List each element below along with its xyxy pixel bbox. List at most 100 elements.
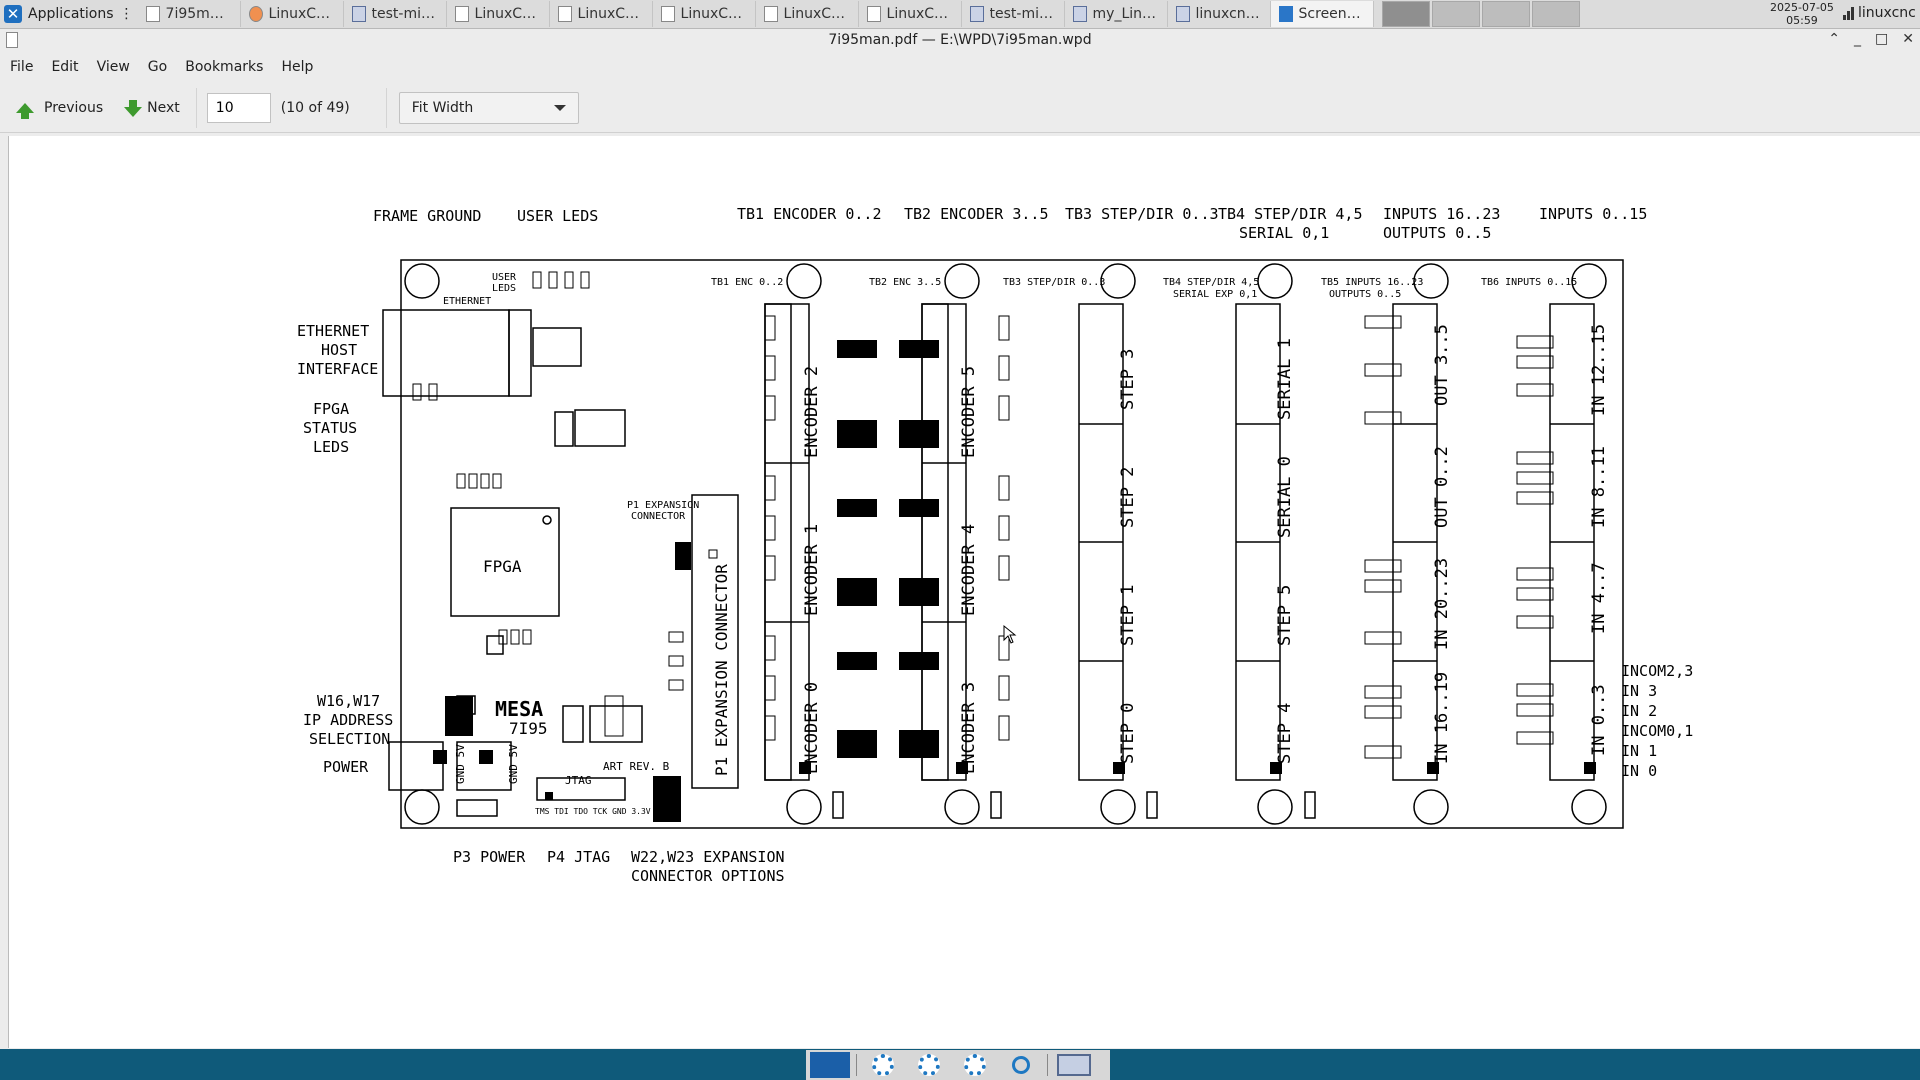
window-titlebar: 7i95man.pdf — E:\WPD\7i95man.wpd ⌃ _ □ ✕ bbox=[0, 29, 1920, 51]
board-tb2-enc: TB2 ENC 3..5 bbox=[869, 277, 941, 288]
screenshot-icon bbox=[1278, 6, 1293, 22]
next-label: Next bbox=[147, 100, 180, 116]
task-button[interactable]: my_LinuxC... bbox=[1065, 1, 1168, 27]
mount-hole bbox=[786, 263, 822, 299]
search-icon bbox=[1012, 1056, 1030, 1074]
board-mesa-logo: MESA bbox=[495, 697, 543, 721]
board-tb5-line2: OUTPUTS 0..5 bbox=[1329, 289, 1401, 300]
label-user-leds: USER LEDS bbox=[517, 207, 598, 225]
menu-bookmarks[interactable]: Bookmarks bbox=[175, 59, 271, 75]
page-number-input[interactable] bbox=[206, 93, 271, 123]
settings-launcher-1[interactable] bbox=[863, 1052, 903, 1078]
user-menu[interactable]: linuxcnc bbox=[1843, 5, 1916, 21]
settings-launcher-2[interactable] bbox=[909, 1052, 949, 1078]
document-icon bbox=[145, 6, 160, 22]
gear-icon bbox=[964, 1054, 986, 1076]
label-p3-power: P3 POWER bbox=[453, 848, 526, 866]
editor-icon bbox=[866, 6, 881, 22]
block-encoder-3: ENCODER 3 bbox=[959, 682, 979, 774]
workspace-2[interactable] bbox=[1431, 1, 1480, 27]
label-status: STATUS bbox=[303, 419, 357, 437]
board-ethernet: ETHERNET bbox=[443, 296, 491, 307]
label-inputs16-line2: OUTPUTS 0..5 bbox=[1383, 224, 1491, 242]
block-step-2: STEP 2 bbox=[1118, 467, 1138, 528]
label-in0: IN 0 bbox=[1621, 762, 1657, 780]
block-in-0-3: IN 0..3 bbox=[1589, 684, 1609, 756]
workspace-1[interactable] bbox=[1381, 1, 1430, 27]
next-button[interactable]: Next bbox=[113, 88, 190, 128]
zoom-select[interactable]: Fit Width bbox=[398, 92, 579, 124]
mount-hole bbox=[1257, 789, 1293, 825]
block-encoder-0: ENCODER 0 bbox=[802, 682, 822, 774]
label-in1: IN 1 bbox=[1621, 742, 1657, 760]
label-incom23: INCOM2,3 bbox=[1621, 662, 1693, 680]
task-button[interactable]: test-mill - T... bbox=[962, 1, 1065, 27]
previous-button[interactable]: Previous bbox=[0, 88, 113, 128]
task-button[interactable]: LinuxCNC E... bbox=[653, 1, 756, 27]
menu-view[interactable]: View bbox=[87, 59, 138, 75]
clock-date: 2025-07-05 bbox=[1770, 1, 1834, 14]
task-label: 7i95man.p... bbox=[165, 6, 232, 22]
label-inputs16-line1: INPUTS 16..23 bbox=[1383, 205, 1500, 223]
label-ethernet: ETHERNET bbox=[297, 322, 369, 340]
menu-edit[interactable]: Edit bbox=[41, 59, 86, 75]
mount-hole bbox=[944, 789, 980, 825]
folder-icon bbox=[351, 6, 366, 22]
task-button[interactable]: 7i95man.p... bbox=[138, 1, 241, 27]
task-button[interactable]: Screenshot bbox=[1270, 1, 1374, 27]
board-jtag-pins: TMS TDI TDO TCK GND 3.3V bbox=[535, 807, 651, 816]
board-art-rev: ART REV. B bbox=[603, 760, 670, 773]
task-button[interactable]: LinuxCNC E... bbox=[756, 1, 859, 27]
label-leds: LEDS bbox=[313, 438, 349, 456]
menu-file[interactable]: File bbox=[0, 59, 41, 75]
window-maximize-icon[interactable]: □ bbox=[1875, 31, 1888, 47]
applications-menu[interactable]: ✕ Applications ⋮ bbox=[0, 0, 138, 28]
workspace-3[interactable] bbox=[1481, 1, 1530, 27]
label-w22-line1: W22,W23 EXPANSION bbox=[631, 848, 785, 866]
block-serial-1: SERIAL 1 bbox=[1275, 338, 1295, 420]
show-desktop-launcher[interactable] bbox=[810, 1052, 850, 1078]
ethernet-jack bbox=[382, 309, 510, 397]
label-w16-w17: W16,W17 bbox=[317, 692, 380, 710]
document-view[interactable]: FRAME GROUND USER LEDS TB1 ENCODER 0..2 … bbox=[8, 136, 1920, 1048]
toolbar: Previous Next (10 of 49) Fit Width bbox=[0, 84, 1920, 133]
board-tb4-sd-line2: SERIAL EXP 0,1 bbox=[1173, 289, 1257, 300]
terminal-icon bbox=[1175, 6, 1190, 22]
board-fpga-label: FPGA bbox=[483, 557, 522, 576]
task-label: test-mill.ha... bbox=[371, 6, 438, 22]
dock-separator bbox=[1047, 1054, 1048, 1076]
menu-go[interactable]: Go bbox=[138, 59, 175, 75]
task-button[interactable]: linuxcnc - T... bbox=[1168, 1, 1271, 27]
window-shade-icon[interactable]: ⌃ bbox=[1828, 31, 1840, 47]
settings-launcher-3[interactable] bbox=[955, 1052, 995, 1078]
task-button[interactable]: LinuxCNC k... bbox=[241, 1, 344, 27]
window-close-icon[interactable]: ✕ bbox=[1902, 31, 1914, 47]
workspace-4[interactable] bbox=[1531, 1, 1580, 27]
menubar: File Edit View Go Bookmarks Help bbox=[0, 54, 1920, 80]
mount-hole bbox=[944, 263, 980, 299]
dock-launchers bbox=[806, 1050, 1110, 1080]
task-button[interactable]: test-mill.ha... bbox=[344, 1, 447, 27]
task-button[interactable]: LinuxCNC E... bbox=[447, 1, 550, 27]
board-tb1-enc: TB1 ENC 0..2 bbox=[711, 277, 783, 288]
board-p1-connector: P1 EXPANSION CONNECTOR bbox=[712, 564, 731, 776]
label-interface: INTERFACE bbox=[297, 360, 378, 378]
clock[interactable]: 2025-07-05 05:59 bbox=[1770, 1, 1834, 27]
file-manager-launcher[interactable] bbox=[1054, 1052, 1094, 1078]
task-label: test-mill - T... bbox=[989, 6, 1056, 22]
block-out-3-5: OUT 3..5 bbox=[1432, 324, 1452, 406]
folder-icon bbox=[1072, 6, 1087, 22]
task-button[interactable]: LinuxCNC E... bbox=[859, 1, 962, 27]
user-name: linuxcnc bbox=[1858, 5, 1916, 21]
block-out-0-2: OUT 0..2 bbox=[1432, 446, 1452, 528]
block-step-3: STEP 3 bbox=[1118, 349, 1138, 410]
window-minimize-icon[interactable]: _ bbox=[1854, 31, 1861, 47]
block-step-4: STEP 4 bbox=[1275, 703, 1295, 764]
board-tb5-line1: TB5 INPUTS 16..23 bbox=[1321, 277, 1423, 288]
window-menu-icon[interactable] bbox=[6, 32, 18, 48]
search-launcher[interactable] bbox=[1001, 1052, 1041, 1078]
board-tb4-sd-line1: TB4 STEP/DIR 4,5 bbox=[1163, 277, 1259, 288]
menu-help[interactable]: Help bbox=[271, 59, 321, 75]
task-label: linuxcnc - T... bbox=[1195, 6, 1262, 22]
task-button[interactable]: LinuxCNC E... bbox=[550, 1, 653, 27]
